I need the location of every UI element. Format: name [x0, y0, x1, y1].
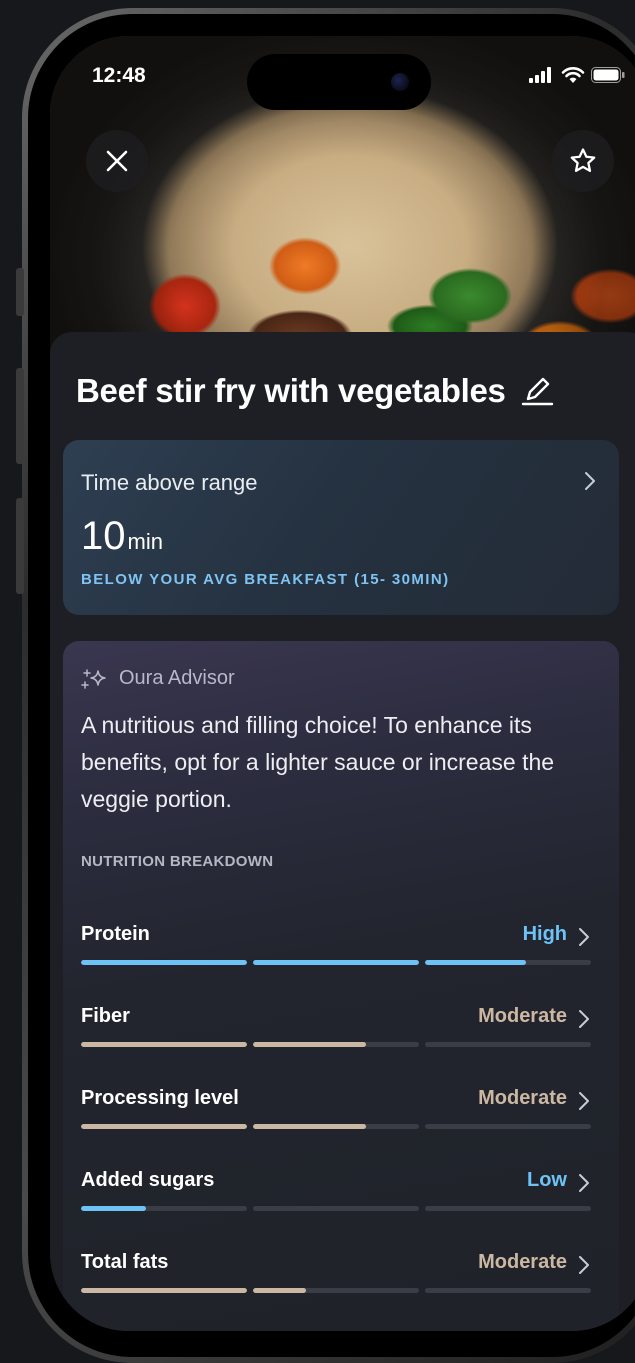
bar-segment [81, 1124, 247, 1129]
nutrition-level: Moderate [478, 1005, 567, 1027]
nutrition-name: Fiber [81, 1005, 130, 1027]
nutrition-row[interactable]: Processing level Moderate [81, 1087, 591, 1147]
nutrition-level: Moderate [478, 1087, 567, 1109]
time-comparison-note: BELOW YOUR AVG BREAKFAST (15- 30MIN) [81, 571, 450, 588]
bar-fill [253, 960, 419, 965]
advisor-card: Oura Advisor A nutritious and filling ch… [63, 641, 619, 1331]
status-icons [529, 66, 625, 84]
signal-icon [529, 67, 551, 83]
meal-detail-sheet: Beef stir fry with vegetables Time above… [50, 332, 635, 1331]
bar-fill [81, 1288, 247, 1293]
edit-pencil-icon[interactable] [520, 373, 556, 409]
bar-segment [253, 960, 419, 965]
time-above-range-card[interactable]: Time above range 10min BELOW YOUR AVG BR… [63, 440, 619, 615]
sparkle-icon [81, 668, 106, 689]
bar-fill [253, 1124, 366, 1129]
bar-segment [81, 1042, 247, 1047]
nutrition-row[interactable]: Fiber Moderate [81, 1005, 591, 1065]
nutrition-level: Moderate [478, 1251, 567, 1273]
nutrition-name: Processing level [81, 1087, 239, 1109]
bar-fill [425, 960, 527, 965]
bar-fill [81, 1042, 247, 1047]
bar-fill [253, 1042, 366, 1047]
star-icon [570, 148, 596, 172]
nutrition-level-bar [81, 1124, 591, 1129]
mute-switch [16, 268, 24, 316]
advisor-message: A nutritious and filling choice! To enha… [81, 712, 555, 812]
front-camera [391, 73, 409, 91]
advisor-header: Oura Advisor [81, 667, 235, 690]
title-row: Beef stir fry with vegetables [76, 372, 610, 410]
close-button[interactable] [86, 130, 148, 192]
wifi-icon [561, 67, 585, 83]
bar-segment [253, 1124, 419, 1129]
bar-segment [253, 1042, 419, 1047]
nutrition-row[interactable]: Protein High [81, 923, 591, 983]
volume-down-button [16, 498, 24, 594]
nutrition-breakdown-label: NUTRITION BREAKDOWN [81, 853, 274, 870]
dynamic-island [247, 54, 431, 110]
nutrition-level-bar [81, 1288, 591, 1293]
bar-segment [253, 1206, 419, 1211]
chevron-right-icon [579, 1256, 589, 1274]
app-screen: 12:48 Beef stir fry with vegetables Time… [50, 36, 635, 1331]
chevron-right-icon [579, 928, 589, 946]
bar-fill [81, 1206, 146, 1211]
bar-segment [425, 1288, 591, 1293]
nutrition-level: Low [527, 1169, 567, 1191]
bar-fill [81, 960, 247, 965]
bar-segment [425, 1206, 591, 1211]
nutrition-row[interactable]: Total fats Moderate [81, 1251, 591, 1311]
advisor-name: Oura Advisor [119, 667, 235, 689]
bar-segment [425, 960, 591, 965]
bar-segment [425, 1124, 591, 1129]
time-above-range-label: Time above range [81, 470, 258, 495]
close-icon [106, 150, 128, 172]
volume-up-button [16, 368, 24, 464]
favorite-button[interactable] [552, 130, 614, 192]
nutrition-level-bar [81, 1042, 591, 1047]
nutrition-level-bar [81, 960, 591, 965]
bar-fill [253, 1288, 307, 1293]
bar-segment [425, 1042, 591, 1047]
nutrition-level-bar [81, 1206, 591, 1211]
status-time: 12:48 [92, 64, 146, 87]
nutrition-level: High [522, 923, 567, 945]
battery-icon [591, 67, 625, 83]
nutrition-name: Added sugars [81, 1169, 215, 1191]
nutrition-name: Total fats [81, 1251, 169, 1273]
time-value-unit: min [127, 529, 163, 554]
chevron-right-icon [579, 1174, 589, 1192]
meal-title: Beef stir fry with vegetables [76, 372, 506, 409]
bar-segment [253, 1288, 419, 1293]
nutrition-row[interactable]: Added sugars Low [81, 1169, 591, 1229]
chevron-right-icon [579, 1010, 589, 1028]
chevron-right-icon [579, 1092, 589, 1110]
bar-fill [81, 1124, 247, 1129]
bar-segment [81, 1206, 247, 1211]
bar-segment [81, 960, 247, 965]
time-value-number: 10 [81, 514, 126, 558]
chevron-right-icon [585, 472, 595, 490]
bar-segment [81, 1288, 247, 1293]
nutrition-name: Protein [81, 923, 150, 945]
time-above-range-value: 10min [81, 514, 163, 559]
